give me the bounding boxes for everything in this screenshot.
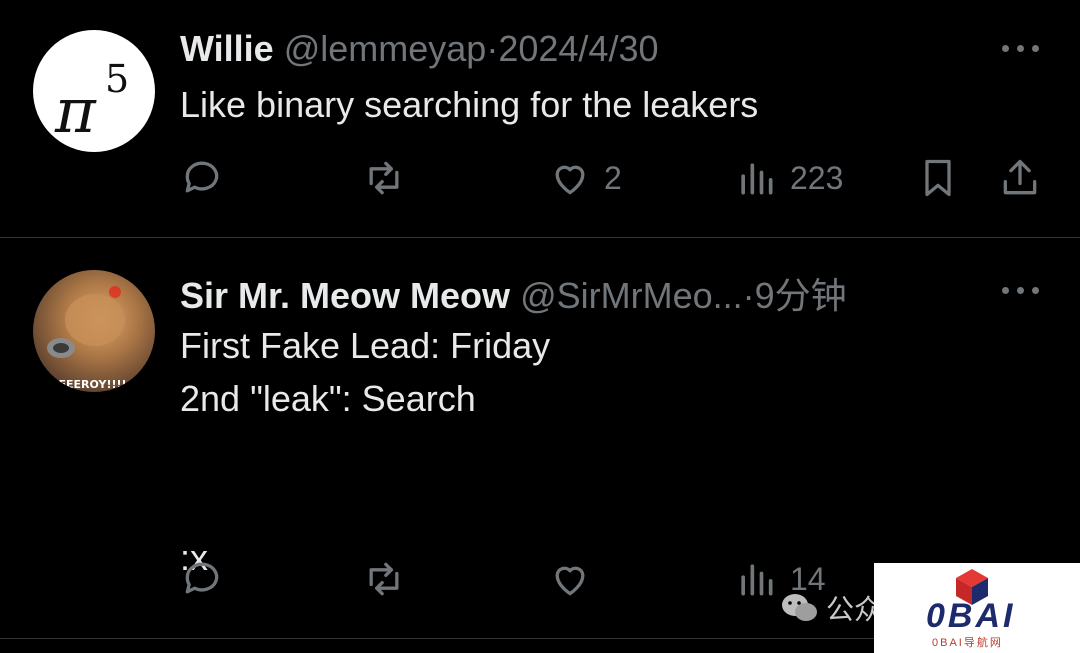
bookmark-button[interactable] [916, 153, 960, 203]
like-button[interactable] [548, 554, 604, 604]
like-count: 2 [604, 159, 622, 196]
reply-icon [185, 161, 219, 193]
tweet-text: First Fake Lead: Friday 2nd "leak": Sear… [180, 325, 551, 578]
reply-button[interactable] [180, 554, 224, 604]
action-bar: 2 223 [0, 153, 1080, 203]
wechat-icon [782, 594, 817, 621]
reply-icon [185, 562, 219, 594]
tweet-header: Sir Mr. Meow Meow @SirMrMeo...·9分钟 [180, 267, 847, 319]
more-options-button[interactable] [1002, 284, 1042, 296]
logo-subtext: 0BAI导航网 [932, 637, 1003, 649]
like-button[interactable]: 2 [548, 153, 622, 203]
tweet-text: Like binary searching for the leakers [180, 84, 759, 125]
timestamp[interactable]: 9分钟 [755, 275, 847, 316]
author-handle[interactable]: @lemmeyap [284, 28, 487, 69]
author-handle[interactable]: @SirMrMeo... [520, 275, 743, 316]
view-count: 223 [790, 159, 844, 196]
separator: · [742, 275, 755, 316]
wechat-watermark: 公众 [780, 588, 882, 628]
separator: · [486, 28, 499, 69]
author-name[interactable]: Willie [180, 28, 274, 69]
share-icon [1003, 159, 1037, 195]
reply-button[interactable] [180, 153, 224, 203]
bookmark-icon [925, 159, 951, 197]
retweet-button[interactable] [362, 554, 406, 604]
author-name[interactable]: Sir Mr. Meow Meow [180, 275, 510, 316]
retweet-icon [369, 562, 399, 596]
tweet-header: Willie @lemmeyap·2024/4/30 [180, 28, 658, 70]
svg-text:π: π [54, 74, 97, 147]
avatar[interactable]: π 5 [33, 30, 155, 152]
avatar-caption: FEEEROY!!!! [51, 378, 127, 391]
retweet-button[interactable] [362, 153, 406, 203]
tweet-1[interactable]: π 5 Willie @lemmeyap·2024/4/30 Like bina… [0, 0, 1080, 237]
logo-text: 0BAI [926, 597, 1016, 635]
avatar-exponent: 5 [105, 57, 129, 101]
site-logo: 0BAI 0BAI导航网 [874, 563, 1080, 653]
share-button[interactable] [998, 153, 1042, 203]
heart-icon [555, 165, 585, 195]
analytics-icon [741, 163, 773, 195]
more-options-button[interactable] [1002, 42, 1042, 54]
heart-icon [555, 566, 585, 596]
analytics-icon [741, 564, 773, 596]
timestamp[interactable]: 2024/4/30 [498, 28, 658, 69]
views-button[interactable]: 223 [734, 153, 843, 203]
avatar[interactable]: FEEEROY!!!! [33, 270, 155, 392]
retweet-icon [369, 161, 399, 195]
